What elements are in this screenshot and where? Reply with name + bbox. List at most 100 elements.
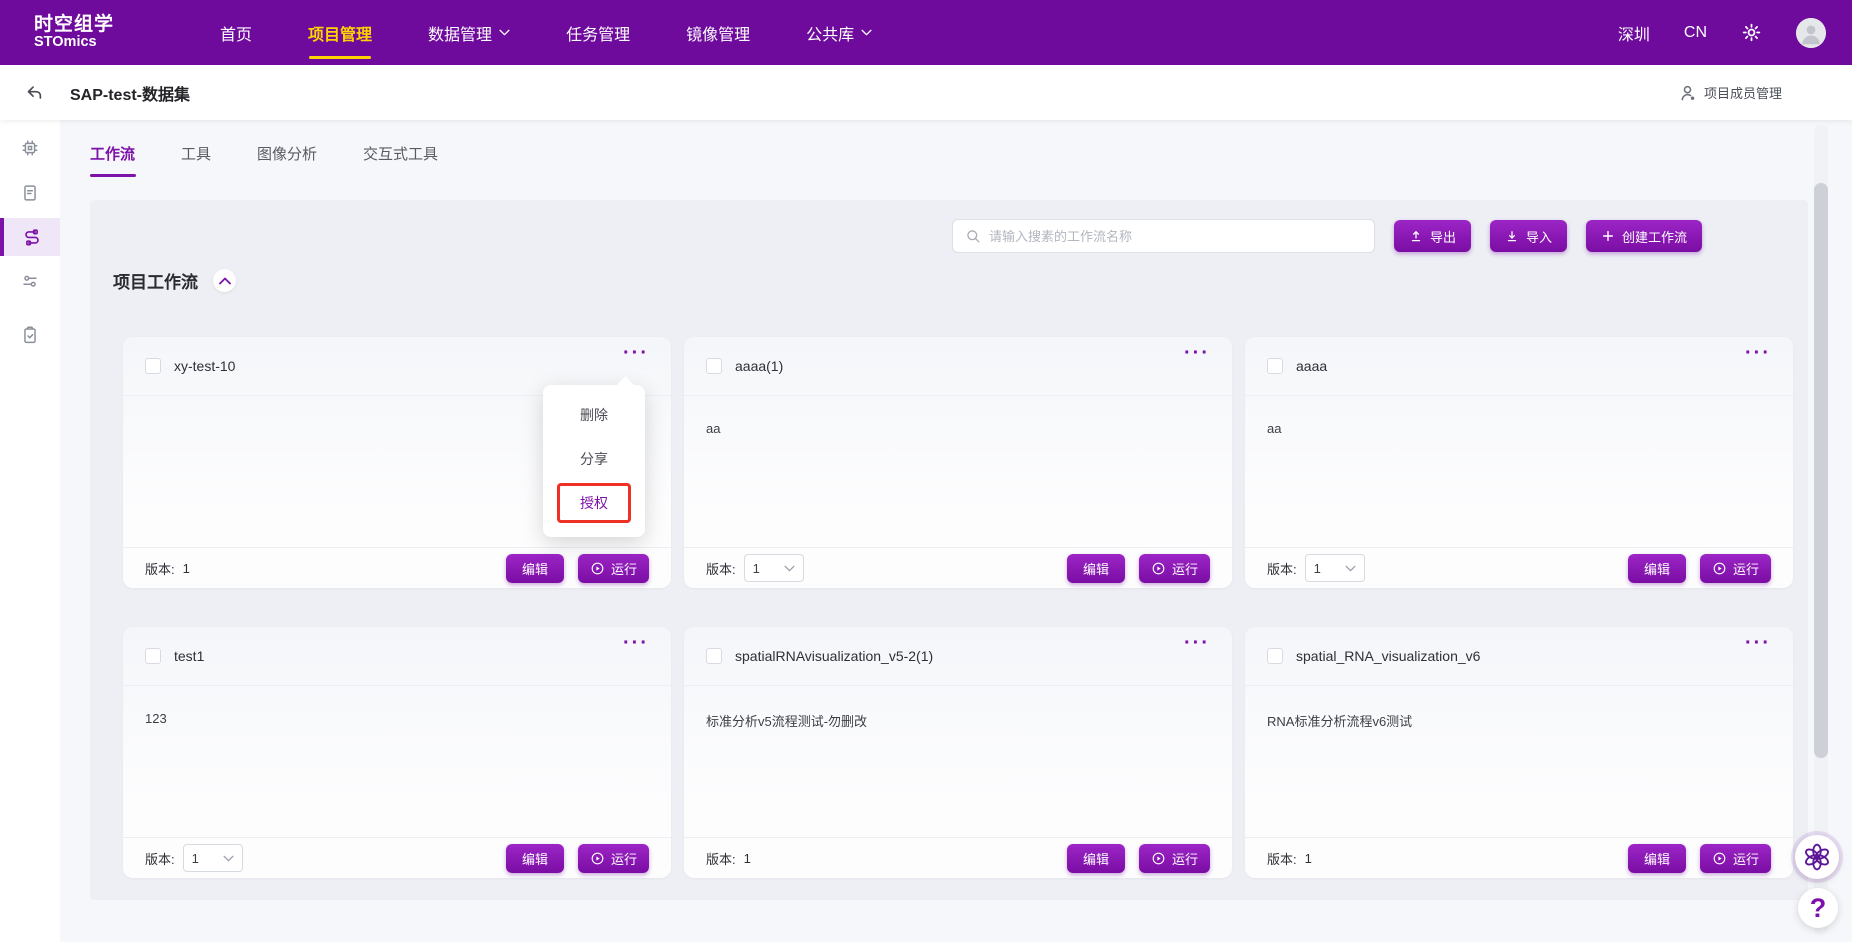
card-header: test1 [123, 627, 671, 686]
tab-label: 交互式工具 [363, 146, 438, 163]
edit-button[interactable]: 编辑 [1067, 554, 1125, 583]
nav-item-3[interactable]: 任务管理 [538, 0, 658, 65]
card-description: 标准分析v5流程测试-勿删改 [684, 686, 1232, 755]
chevron-up-icon [219, 277, 231, 285]
chip-icon [19, 137, 41, 159]
tab-3[interactable]: 交互式工具 [363, 143, 438, 177]
chevron-down-icon [1345, 565, 1356, 572]
help-question-mark: ? [1810, 893, 1827, 924]
user-avatar[interactable] [1796, 18, 1826, 48]
version-label: 版本: [706, 559, 736, 578]
help-button[interactable]: ? [1798, 888, 1838, 928]
stomics-logo[interactable]: 时空组学 STOmics [34, 15, 114, 49]
nav-item-0[interactable]: 首页 [192, 0, 280, 65]
language-toggle[interactable]: CN [1684, 24, 1707, 42]
version-select-value: 1 [1314, 561, 1321, 576]
nav-item-1[interactable]: 项目管理 [280, 0, 400, 65]
nav-item-2[interactable]: 数据管理 [400, 0, 538, 65]
nav-item-label: 镜像管理 [686, 21, 750, 45]
menu-item-1[interactable]: 分享 [543, 437, 645, 481]
workflow-search[interactable] [952, 219, 1375, 253]
top-navbar: 时空组学 STOmics 首页 项目管理 数据管理 任务管理 镜像管理 公共库 [0, 0, 1852, 65]
version-select[interactable]: 1 [183, 844, 243, 872]
run-button[interactable]: 运行 [1700, 554, 1771, 583]
workflow-card: spatial_RNA_visualization_v6 ··· RNA标准分析… [1245, 627, 1793, 878]
run-button[interactable]: 运行 [1139, 844, 1210, 873]
card-header: aaaa [1245, 337, 1793, 396]
menu-item-0[interactable]: 删除 [543, 393, 645, 437]
search-icon [965, 228, 981, 244]
version-label: 版本: [145, 849, 175, 868]
sidebar-item-tasks[interactable] [0, 316, 60, 354]
create-workflow-button[interactable]: 创建工作流 [1586, 220, 1702, 252]
card-checkbox[interactable] [706, 358, 722, 374]
edit-button[interactable]: 编辑 [1628, 554, 1686, 583]
run-button[interactable]: 运行 [1700, 844, 1771, 873]
run-label: 运行 [611, 559, 637, 578]
project-member-management-button[interactable]: 项目成员管理 [1678, 83, 1782, 102]
run-label: 运行 [1733, 849, 1759, 868]
section-title: 项目工作流 [113, 268, 198, 293]
sidebar-item-documents[interactable] [0, 174, 60, 212]
edit-button[interactable]: 编辑 [506, 554, 564, 583]
tab-label: 工作流 [90, 146, 135, 163]
edit-button[interactable]: 编辑 [1067, 844, 1125, 873]
sidebar-item-compute[interactable] [0, 129, 60, 167]
card-checkbox[interactable] [1267, 648, 1283, 664]
card-more-actions-icon[interactable]: ··· [1184, 633, 1210, 653]
section-header: 项目工作流 [113, 268, 236, 293]
run-button[interactable]: 运行 [578, 554, 649, 583]
menu-item-2[interactable]: 授权 [543, 481, 645, 525]
run-button[interactable]: 运行 [578, 844, 649, 873]
scrollbar-thumb[interactable] [1814, 183, 1828, 758]
region-selector[interactable]: 深圳 [1618, 21, 1650, 45]
document-icon [19, 182, 41, 204]
run-label: 运行 [1733, 559, 1759, 578]
card-more-actions-icon[interactable]: ··· [623, 343, 649, 363]
edit-button[interactable]: 编辑 [506, 844, 564, 873]
nav-item-5[interactable]: 公共库 [778, 0, 900, 65]
ai-assistant-button[interactable] [1795, 835, 1839, 879]
import-button[interactable]: 导入 [1490, 220, 1567, 252]
chevron-down-icon [223, 855, 234, 862]
edit-label: 编辑 [1644, 849, 1670, 868]
settings-gear-icon[interactable] [1741, 22, 1762, 43]
collapse-toggle[interactable] [213, 269, 236, 292]
version-select[interactable]: 1 [744, 554, 804, 582]
logo-cn: 时空组学 [34, 15, 114, 34]
card-description: aa [684, 396, 1232, 461]
card-checkbox[interactable] [1267, 358, 1283, 374]
card-checkbox[interactable] [145, 358, 161, 374]
back-icon[interactable] [24, 83, 44, 103]
play-circle-icon [1712, 561, 1727, 576]
card-more-actions-icon[interactable]: ··· [623, 633, 649, 653]
card-checkbox[interactable] [706, 648, 722, 664]
search-input[interactable] [989, 229, 1362, 244]
nav-item-4[interactable]: 镜像管理 [658, 0, 778, 65]
sliders-icon [19, 270, 41, 292]
version-label: 版本: [706, 849, 736, 868]
edit-button[interactable]: 编辑 [1628, 844, 1686, 873]
workflow-card: xy-test-10 ··· 版本: 1 编辑 运行 删除分享授权 [123, 337, 671, 588]
nav-item-label: 首页 [220, 21, 252, 45]
tab-2[interactable]: 图像分析 [257, 143, 317, 177]
card-more-actions-icon[interactable]: ··· [1745, 633, 1771, 653]
left-sidebar [0, 120, 60, 942]
export-button[interactable]: 导出 [1394, 220, 1471, 252]
card-more-actions-icon[interactable]: ··· [1184, 343, 1210, 363]
card-footer: 版本: 1 编辑 运行 [684, 547, 1232, 588]
card-checkbox[interactable] [145, 648, 161, 664]
card-more-actions-icon[interactable]: ··· [1745, 343, 1771, 363]
version-select[interactable]: 1 [1305, 554, 1365, 582]
tab-0[interactable]: 工作流 [90, 143, 135, 177]
workflow-card: aaaa(1) ··· aa 版本: 1 编辑 运行 [684, 337, 1232, 588]
sidebar-item-settings[interactable] [0, 262, 60, 300]
run-button[interactable]: 运行 [1139, 554, 1210, 583]
import-icon [1505, 229, 1519, 243]
tab-1[interactable]: 工具 [181, 143, 211, 177]
version-value: 1 [183, 561, 190, 576]
page-header-bar: SAP-test-数据集 项目成员管理 [0, 65, 1852, 120]
sidebar-item-workflow[interactable] [0, 218, 60, 256]
play-circle-icon [1712, 851, 1727, 866]
card-header: spatial_RNA_visualization_v6 [1245, 627, 1793, 686]
